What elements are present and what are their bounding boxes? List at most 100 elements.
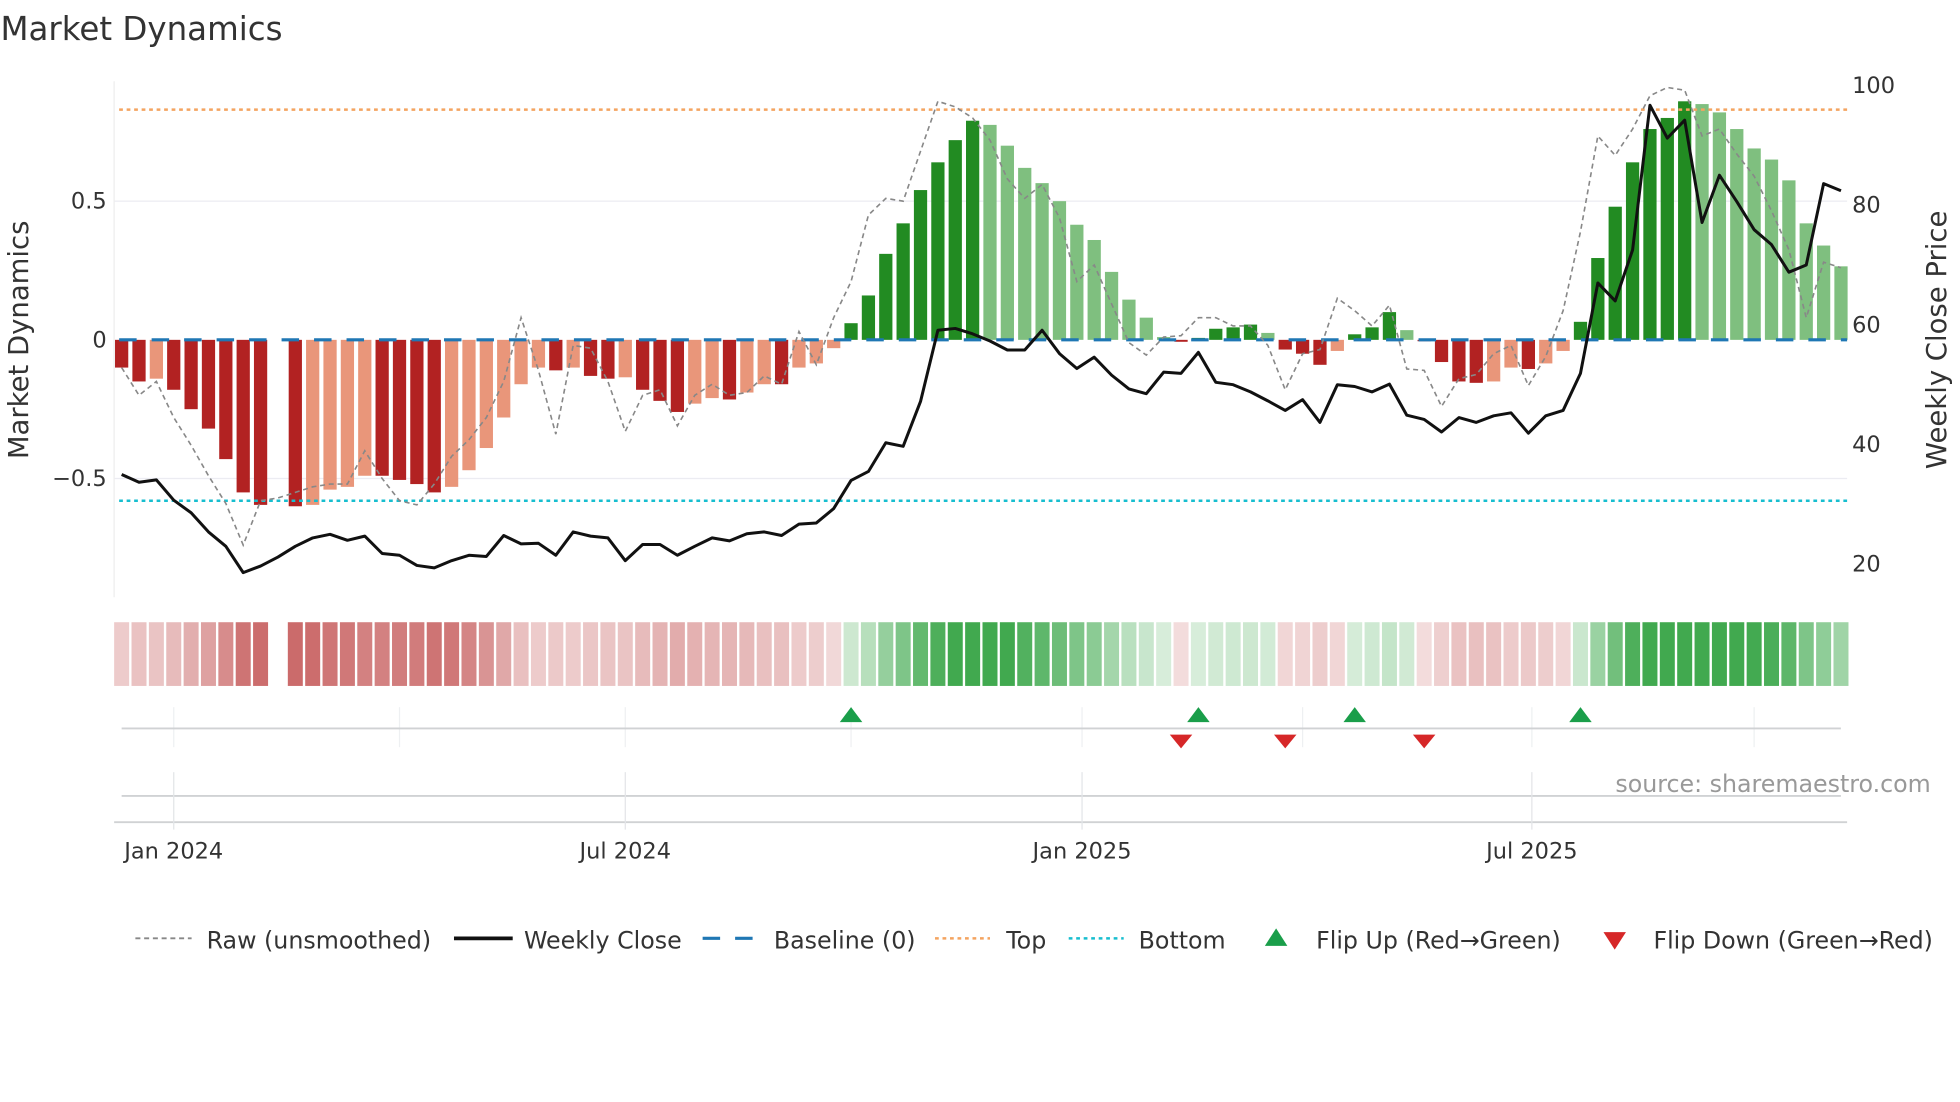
flip-up-marker bbox=[1187, 707, 1210, 723]
dynamics-bars bbox=[115, 101, 1848, 507]
dynamics-bar bbox=[1573, 321, 1588, 340]
dynamics-bar bbox=[740, 339, 754, 393]
dynamics-bar bbox=[636, 339, 650, 390]
dynamics-bar bbox=[861, 295, 876, 340]
heat-cell bbox=[1520, 622, 1536, 686]
heat-cell bbox=[878, 622, 894, 686]
legend: Raw (unsmoothed) Weekly Close Baseline (… bbox=[135, 926, 1933, 954]
legend-top-label: Top bbox=[1005, 926, 1046, 954]
heat-cell bbox=[444, 622, 460, 686]
heat-cell bbox=[1104, 622, 1120, 686]
dynamics-bar bbox=[983, 124, 997, 340]
heat-cell bbox=[322, 622, 338, 686]
heat-cell bbox=[1312, 622, 1328, 686]
heat-cell bbox=[982, 622, 998, 686]
heat-cell bbox=[1659, 622, 1675, 686]
dynamics-bar bbox=[1174, 339, 1188, 342]
heat-cell bbox=[1069, 622, 1085, 686]
heat-cell bbox=[1468, 622, 1484, 686]
heat-cell bbox=[1555, 622, 1571, 686]
heat-cell bbox=[1364, 622, 1380, 686]
heat-cell bbox=[183, 622, 199, 686]
heat-cell bbox=[1607, 622, 1623, 686]
heat-strip bbox=[114, 622, 1849, 686]
heat-cell bbox=[1277, 622, 1293, 686]
dynamics-bar bbox=[1035, 183, 1049, 340]
y-tick-labels: 0.5 0 −0.5 bbox=[52, 189, 107, 492]
heat-cell bbox=[148, 622, 164, 686]
dynamics-bar bbox=[1678, 101, 1692, 340]
x-tick-label: Jul 2025 bbox=[1484, 838, 1577, 864]
flip-up-marker bbox=[1569, 707, 1592, 723]
heat-cell bbox=[669, 622, 685, 686]
flip-panel bbox=[114, 707, 1848, 824]
dynamics-bar bbox=[1382, 312, 1397, 340]
legend-bottom-label: Bottom bbox=[1139, 926, 1226, 954]
y2-tick-label: 100 bbox=[1852, 73, 1895, 99]
dynamics-bar bbox=[844, 323, 858, 340]
x-tick-label: Jan 2025 bbox=[1031, 838, 1132, 864]
heat-cell bbox=[1086, 622, 1102, 686]
heat-cell bbox=[1764, 622, 1780, 686]
heat-cell bbox=[1590, 622, 1606, 686]
dynamics-bar bbox=[913, 190, 928, 340]
heat-cell bbox=[808, 622, 824, 686]
dynamics-bar bbox=[1000, 145, 1014, 340]
y2-tick-label: 80 bbox=[1852, 193, 1881, 219]
heat-cell bbox=[235, 622, 251, 686]
heat-cell bbox=[114, 622, 130, 686]
dynamics-bar bbox=[566, 339, 580, 368]
dynamics-bar bbox=[306, 339, 320, 505]
dynamics-bar bbox=[149, 339, 163, 379]
heat-cell bbox=[1329, 622, 1345, 686]
dynamics-bar bbox=[1139, 317, 1153, 340]
heat-cell bbox=[704, 622, 720, 686]
heat-cell bbox=[635, 622, 651, 686]
heat-cell bbox=[131, 622, 147, 686]
dynamics-bar bbox=[1556, 339, 1570, 351]
heat-cell bbox=[1190, 622, 1206, 686]
heat-cell bbox=[1381, 622, 1397, 686]
dynamics-bar bbox=[201, 339, 216, 429]
dynamics-bar bbox=[1295, 339, 1310, 354]
heat-cell bbox=[583, 622, 599, 686]
dynamics-bar bbox=[1122, 299, 1136, 340]
dynamics-bar bbox=[340, 339, 355, 487]
heat-cell bbox=[1243, 622, 1258, 686]
chart-title: Market Dynamics bbox=[0, 10, 282, 48]
heat-cell bbox=[1642, 622, 1658, 686]
legend-flip-down-label: Flip Down (Green→Red) bbox=[1653, 926, 1932, 954]
heat-cell bbox=[1486, 622, 1502, 686]
dynamics-bar bbox=[462, 339, 476, 471]
y2-tick-label: 40 bbox=[1852, 432, 1881, 458]
heat-cell bbox=[913, 622, 929, 686]
legend-raw-label: Raw (unsmoothed) bbox=[207, 926, 431, 954]
dynamics-bar bbox=[1660, 117, 1674, 340]
y-tick-label: 0 bbox=[92, 327, 106, 353]
heat-cell bbox=[965, 622, 981, 686]
y2-tick-labels: 100 80 60 40 20 bbox=[1852, 73, 1895, 578]
heat-cell bbox=[1034, 622, 1050, 686]
dynamics-bar bbox=[1087, 239, 1101, 340]
dynamics-bar bbox=[948, 140, 962, 340]
dynamics-bar bbox=[236, 339, 250, 493]
heat-cell bbox=[721, 622, 737, 686]
heat-cell bbox=[1173, 622, 1189, 686]
dynamics-bar bbox=[1608, 206, 1622, 340]
heat-cell bbox=[374, 622, 390, 686]
heat-cell bbox=[1121, 622, 1137, 686]
dynamics-bar bbox=[1104, 271, 1119, 340]
heat-cell bbox=[339, 622, 355, 686]
heat-cell bbox=[1225, 622, 1241, 686]
flip-down-marker bbox=[1273, 734, 1297, 749]
dynamics-bar bbox=[479, 339, 493, 449]
heat-cell bbox=[1833, 622, 1849, 686]
heat-cell bbox=[287, 622, 303, 686]
heat-cell bbox=[200, 622, 216, 686]
heat-cell bbox=[617, 622, 633, 686]
dynamics-bar bbox=[792, 339, 806, 368]
heat-cell bbox=[1051, 622, 1067, 686]
dynamics-bar bbox=[966, 120, 980, 340]
heat-cell bbox=[687, 622, 703, 686]
dynamics-bar bbox=[1816, 245, 1831, 340]
